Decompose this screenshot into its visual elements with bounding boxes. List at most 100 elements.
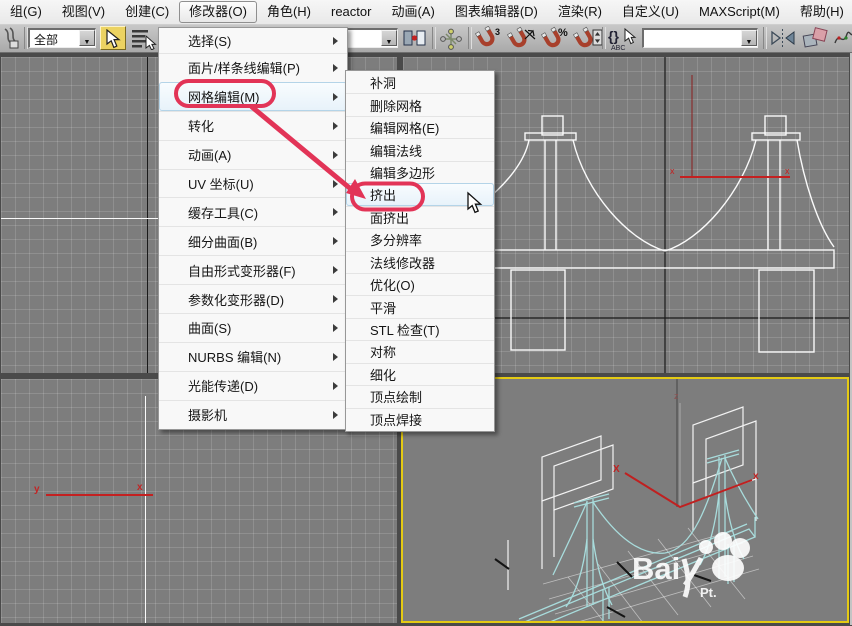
mesh-edit-submenu-item[interactable]: 优化(O) [346,272,494,295]
menubar-item[interactable]: 组(G) [0,1,52,23]
menubar-item[interactable]: 渲染(R) [548,1,612,23]
mesh-edit-submenu-item[interactable]: 补洞 [346,71,494,93]
mesh-edit-submenu-item[interactable]: 面挤出 [346,205,494,228]
mesh-edit-submenu-item[interactable]: STL 检查(T) [346,317,494,340]
mesh-edit-submenu-item[interactable]: 删除网格 [346,93,494,115]
modifiers-menu-item[interactable]: 光能传递(D) [159,370,347,400]
mirror-icon[interactable] [769,26,797,50]
toolbar-separator [602,27,606,49]
submenu-arrow-icon [333,381,338,390]
svg-text:x: x [670,166,675,176]
axis-gizmo-perspective: X x [613,464,759,509]
menubar-item[interactable]: 角色(H) [257,1,321,23]
submenu-arrow-icon [333,121,338,130]
curve-editor-icon[interactable] [834,26,852,50]
submenu-arrow-icon [333,237,338,246]
mesh-edit-submenu-item[interactable]: 平滑 [346,295,494,317]
submenu-arrow-icon [333,150,338,159]
menubar-item[interactable]: reactor [321,1,381,23]
mesh-edit-submenu-item[interactable]: 法线修改器 [346,250,494,273]
svg-text:3: 3 [495,27,500,37]
svg-text:x: x [785,166,790,176]
svg-text:x: x [753,471,759,482]
menubar-item[interactable]: MAXScript(M) [689,1,790,23]
select-object-button[interactable] [100,26,126,50]
submenu-arrow-icon [333,92,338,101]
x-axis-label: x [137,482,143,493]
menubar-item[interactable]: 图表编辑器(D) [445,1,548,23]
svg-text:Pt.: Pt. [700,585,717,600]
modifiers-menu-item[interactable]: 缓存工具(C) [159,197,347,226]
modifiers-menu-item[interactable]: 摄影机 [159,399,347,429]
mesh-edit-submenu-item[interactable]: 顶点焊接 [346,407,494,430]
menu-bar: 组(G) 视图(V) 创建(C) 修改器(O) 角色(H) reactor 动画… [0,0,852,25]
mesh-edit-submenu-item[interactable]: 挤出 [346,183,494,206]
axis-gizmo-front: x x [670,75,790,178]
mesh-edit-submenu-item[interactable]: 细化 [346,362,494,385]
submenu-arrow-icon [333,410,338,419]
modifiers-menu-item[interactable]: 动画(A) [159,139,347,169]
dropdown-arrow-button[interactable]: ▼ [741,30,757,46]
submenu-arrow-icon [333,63,338,72]
mesh-edit-submenu-item[interactable]: 多分辨率 [346,228,494,250]
modifiers-menu-item[interactable]: 曲面(S) [159,313,347,342]
3dsmax-window: { "menu_bar": { "items": [ {"label": "组(… [0,0,852,626]
menubar-item[interactable]: 修改器(O) [179,1,257,23]
submenu-arrow-icon [333,36,338,45]
modifiers-menu-item[interactable]: UV 坐标(U) [159,168,347,198]
dropdown-arrow-button[interactable]: ▼ [79,30,95,46]
menubar-item[interactable]: 自定义(U) [612,1,689,23]
submenu-arrow-icon [333,323,338,332]
menubar-item[interactable]: 创建(C) [115,1,179,23]
spinner-snap-icon[interactable] [572,26,604,51]
svg-text:%: % [558,27,568,39]
modifiers-menu-item[interactable]: 选择(S) [159,28,347,53]
submenu-arrow-icon [333,266,338,275]
modifiers-menu-item[interactable]: 参数化变形器(D) [159,284,347,313]
bind-to-spacewarp-icon[interactable] [2,27,20,49]
named-selection-dropdown[interactable]: ▼ [642,28,758,48]
spline-vertical-line [145,396,146,623]
modifiers-menu-item[interactable]: 网格编辑(M) [159,81,347,111]
mesh-edit-submenu-item[interactable]: 顶点绘制 [346,385,494,407]
modifiers-menu-item[interactable]: 细分曲面(B) [159,226,347,255]
dropdown-arrow-button[interactable]: ▼ [381,30,397,46]
select-arrow-icon [106,29,121,49]
mesh-edit-submenu-item[interactable]: 对称 [346,340,494,362]
named-selection-sets-icon[interactable]: {} ABC [607,26,639,51]
align-icon[interactable] [801,26,829,50]
snap-toggle-3d-icon[interactable]: 3 [474,26,504,51]
angle-snap-icon[interactable] [506,26,538,51]
toolbar-separator [763,27,767,49]
main-toolbar: 全部 ▼ ▼ 3 % {} ABC ▼ [0,24,852,53]
modifiers-menu-item[interactable]: NURBS 编辑(N) [159,341,347,371]
grid-axis-vertical [147,57,148,373]
svg-text:{}: {} [608,28,619,44]
svg-text:X: X [613,464,620,475]
submenu-arrow-icon [333,208,338,217]
y-axis-label: y [34,484,40,495]
mesh-edit-submenu-item[interactable]: 编辑网格(E) [346,115,494,138]
select-by-name-icon[interactable] [130,28,158,50]
svg-text:ABC: ABC [611,45,625,51]
submenu-arrow-icon [333,179,338,188]
svg-text:z: z [674,391,679,401]
percent-snap-icon[interactable]: % [540,26,570,51]
modifiers-menu-item[interactable]: 自由形式变形器(F) [159,255,347,284]
mesh-edit-submenu-item[interactable]: 编辑法线 [346,138,494,160]
menubar-item[interactable]: 帮助(H) [790,1,852,23]
x-axis-line [46,494,153,496]
baidu-watermark: Bai Pt. [632,532,750,600]
modifiers-menu-item[interactable]: 面片/样条线编辑(P) [159,53,347,82]
toolbar-separator [468,27,472,49]
svg-text:Bai: Bai [632,551,680,586]
menubar-item[interactable]: 视图(V) [52,1,115,23]
submenu-arrow-icon [333,352,338,361]
menubar-item[interactable]: 动画(A) [381,1,444,23]
mesh-edit-submenu-item[interactable]: 编辑多边形 [346,160,494,183]
keyboard-override-icon[interactable] [402,28,428,50]
mesh-edit-submenu: 补洞 删除网格 编辑网格(E) 编辑法线 编辑多边形 挤出 面挤出 多分辨率 法… [345,70,495,432]
modifiers-menu-item[interactable]: 转化 [159,110,347,140]
selection-filter-dropdown[interactable]: 全部 ▼ [28,28,96,48]
select-and-manipulate-icon[interactable] [438,28,464,50]
